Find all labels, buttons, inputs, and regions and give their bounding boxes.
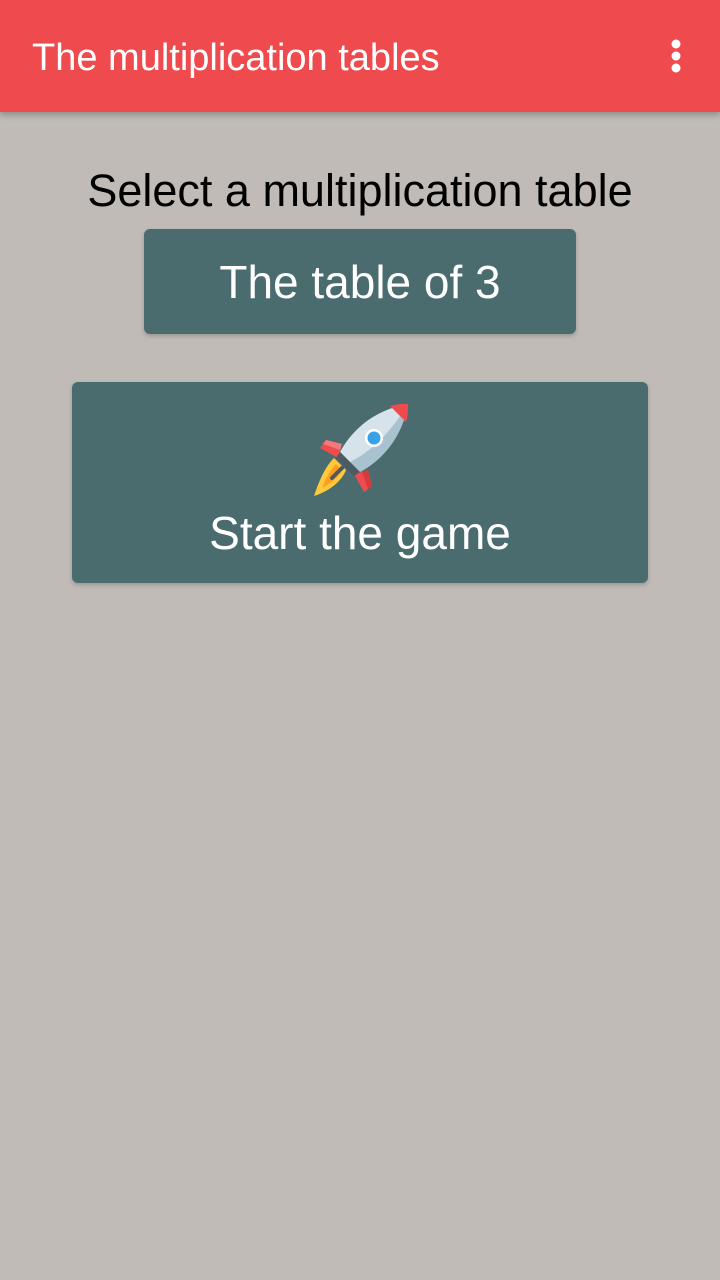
table-select-button[interactable]: The table of 3 <box>144 229 576 334</box>
more-vert-icon <box>671 39 681 73</box>
select-table-prompt: Select a multiplication table <box>87 165 633 216</box>
start-game-button[interactable]: Start the game <box>72 382 648 583</box>
overflow-menu-button[interactable] <box>652 28 700 84</box>
start-game-label: Start the game <box>209 507 511 559</box>
rocket-icon <box>314 404 408 496</box>
app-bar: The multiplication tables <box>0 0 720 112</box>
app-title: The multiplication tables <box>32 37 440 79</box>
